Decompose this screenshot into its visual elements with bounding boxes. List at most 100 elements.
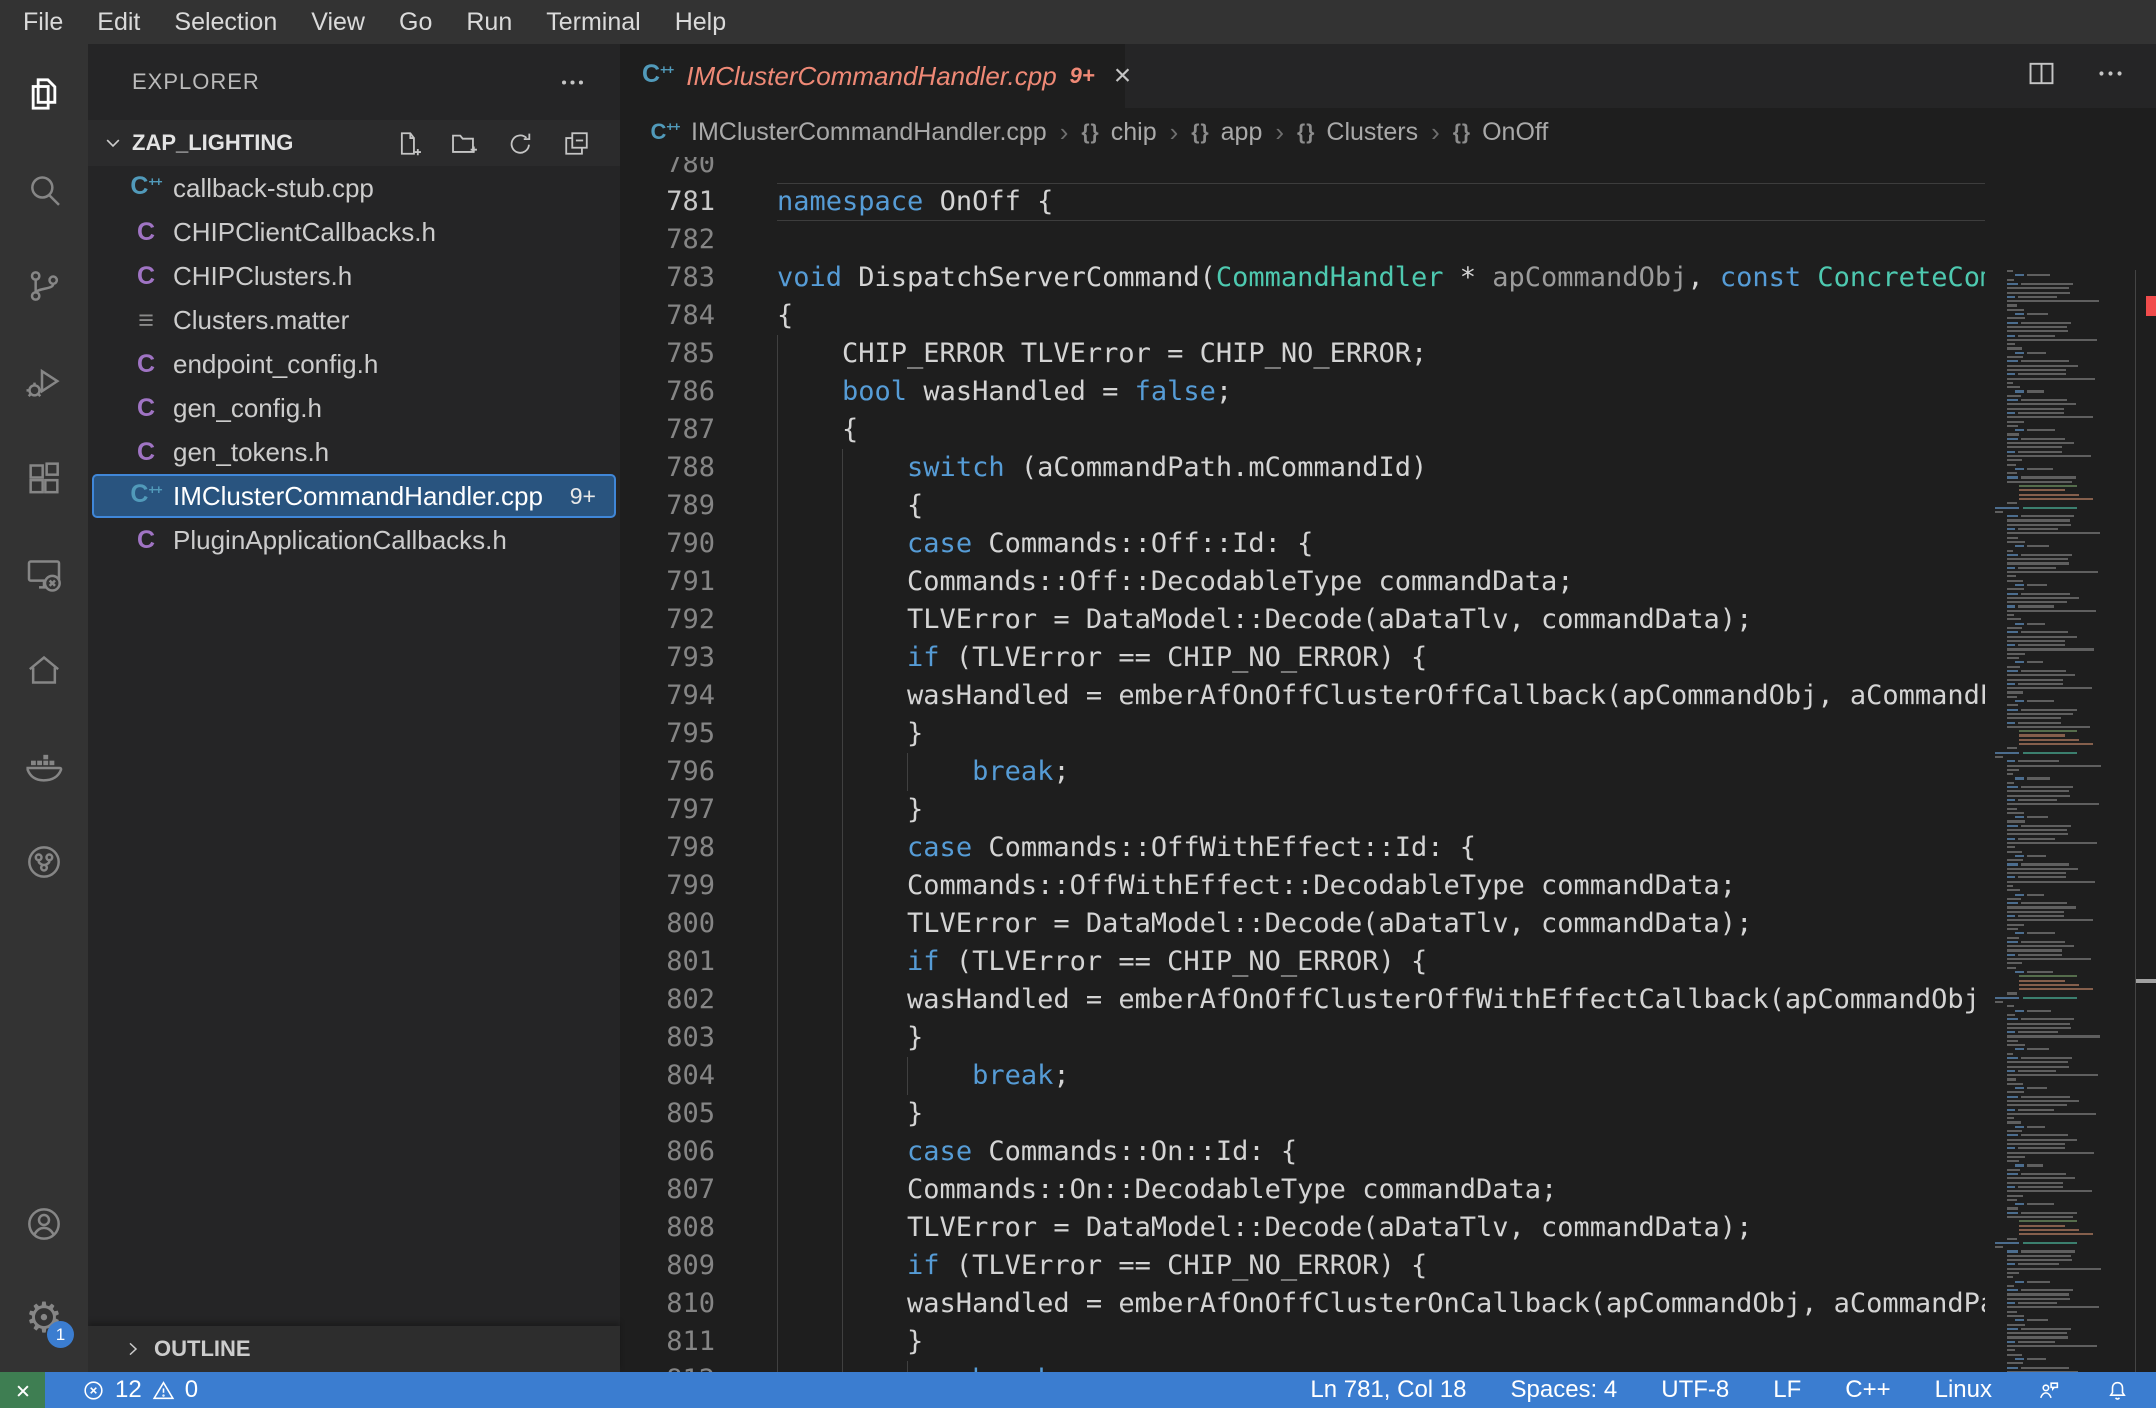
- code-line-803[interactable]: 803 }: [620, 1019, 1985, 1057]
- menu-item-run[interactable]: Run: [449, 0, 529, 44]
- overview-ruler-scrollbar[interactable]: [2135, 270, 2156, 1372]
- activity-item-accounts[interactable]: [0, 1180, 88, 1268]
- file-row-Clusters.matter[interactable]: ≡ Clusters.matter: [92, 298, 616, 342]
- code-line-793[interactable]: 793 if (TLVError == CHIP_NO_ERROR) {: [620, 639, 1985, 677]
- code-line-785[interactable]: 785 CHIP_ERROR TLVError = CHIP_NO_ERROR;: [620, 335, 1985, 373]
- code-line-783[interactable]: 783 void DispatchServerCommand(CommandHan…: [620, 259, 1985, 297]
- line-number: 793: [666, 642, 715, 673]
- file-row-IMClusterCommandHandler.cpp[interactable]: C ++ IMClusterCommandHandler.cpp 9+: [92, 474, 616, 518]
- outline-section-header[interactable]: OUTLINE: [88, 1326, 620, 1372]
- notifications-button[interactable]: [2105, 1378, 2130, 1403]
- code-line-802[interactable]: 802 wasHandled = emberAfOnOffClusterOffW…: [620, 981, 1985, 1019]
- code-line-789[interactable]: 789 {: [620, 487, 1985, 525]
- code-line-800[interactable]: 800 TLVError = DataModel::Decode(aDataTl…: [620, 905, 1985, 943]
- encoding-status[interactable]: UTF-8: [1661, 1376, 1729, 1404]
- code-line-797[interactable]: 797 }: [620, 791, 1985, 829]
- code-line-808[interactable]: 808 TLVError = DataModel::Decode(aDataTl…: [620, 1209, 1985, 1247]
- os-status[interactable]: Linux: [1935, 1376, 1992, 1404]
- split-editor-button[interactable]: [2026, 58, 2057, 94]
- code-line-806[interactable]: 806 case Commands::On::Id: {: [620, 1133, 1985, 1171]
- language-mode-status[interactable]: C++: [1845, 1376, 1890, 1404]
- breadcrumb-item-Clusters[interactable]: Clusters: [1326, 118, 1418, 147]
- menu-item-help[interactable]: Help: [658, 0, 743, 44]
- code-line-786[interactable]: 786 bool wasHandled = false;: [620, 373, 1985, 411]
- code-line-798[interactable]: 798 case Commands::OffWithEffect::Id: {: [620, 829, 1985, 867]
- problems-status[interactable]: 12 0: [81, 1376, 198, 1404]
- code-editor[interactable]: 780 781 namespace OnOff {782 783 void Dispat…: [620, 157, 2156, 1372]
- code-line-794[interactable]: 794 wasHandled = emberAfOnOffClusterOffC…: [620, 677, 1985, 715]
- activity-item-project-manager[interactable]: [0, 818, 88, 906]
- breadcrumb-file[interactable]: IMClusterCommandHandler.cpp: [691, 118, 1047, 147]
- header-file-icon: C: [136, 525, 156, 554]
- file-row-gen_tokens.h[interactable]: Cgen_tokens.h: [92, 430, 616, 474]
- file-row-callback-stub.cpp[interactable]: C ++ callback-stub.cpp: [92, 166, 616, 210]
- code-line-780[interactable]: 780: [620, 157, 1985, 183]
- file-row-endpoint_config.h[interactable]: Cendpoint_config.h: [92, 342, 616, 386]
- close-tab-icon[interactable]: ×: [1114, 61, 1132, 91]
- code-line-811[interactable]: 811 }: [620, 1323, 1985, 1361]
- code-line-781[interactable]: 781 namespace OnOff {: [620, 183, 1985, 221]
- activity-item-settings[interactable]: ⚙ 1: [0, 1274, 88, 1362]
- code-line-810[interactable]: 810 wasHandled = emberAfOnOffClusterOnCa…: [620, 1285, 1985, 1323]
- bell-icon: [2109, 1381, 2126, 1400]
- line-number: 798: [666, 832, 715, 863]
- eol-status[interactable]: LF: [1773, 1376, 1801, 1404]
- menu-item-terminal[interactable]: Terminal: [529, 0, 657, 44]
- error-marker: [2146, 296, 2156, 316]
- minimap[interactable]: [1985, 270, 2135, 1372]
- tab-imclustercommandhandler[interactable]: C ++ IMClusterCommandHandler.cpp 9+ ×: [620, 44, 1131, 108]
- breadcrumb-item-app[interactable]: app: [1221, 118, 1263, 147]
- menu-item-selection[interactable]: Selection: [157, 0, 294, 44]
- file-name: gen_tokens.h: [173, 436, 330, 467]
- activity-item-home[interactable]: [0, 626, 88, 714]
- file-row-gen_config.h[interactable]: Cgen_config.h: [92, 386, 616, 430]
- cursor-position-status[interactable]: Ln 781, Col 18: [1310, 1376, 1466, 1404]
- breadcrumb-item-OnOff[interactable]: OnOff: [1482, 118, 1548, 147]
- code-line-790[interactable]: 790 case Commands::Off::Id: {: [620, 525, 1985, 563]
- code-line-791[interactable]: 791 Commands::Off::DecodableType command…: [620, 563, 1985, 601]
- code-line-809[interactable]: 809 if (TLVError == CHIP_NO_ERROR) {: [620, 1247, 1985, 1285]
- code-line-795[interactable]: 795 }: [620, 715, 1985, 753]
- activity-item-explorer[interactable]: [0, 50, 88, 138]
- namespace-symbol-icon: {}: [1081, 120, 1100, 144]
- code-line-788[interactable]: 788 switch (aCommandPath.mCommandId): [620, 449, 1985, 487]
- activity-item-remote-explorer[interactable]: [0, 530, 88, 618]
- feedback-button[interactable]: [2036, 1378, 2061, 1403]
- file-row-CHIPClusters.h[interactable]: C CHIPClusters.h: [92, 254, 616, 298]
- menu-item-view[interactable]: View: [294, 0, 382, 44]
- editor-more-actions-button[interactable]: [2095, 58, 2126, 94]
- feedback-person-icon: [2039, 1381, 2059, 1398]
- tab-bar: C ++ IMClusterCommandHandler.cpp 9+ ×: [620, 44, 2156, 108]
- code-line-805[interactable]: 805 }: [620, 1095, 1985, 1133]
- code-line-796[interactable]: 796 break;: [620, 753, 1985, 791]
- refresh-explorer-button[interactable]: [502, 125, 538, 161]
- code-line-784[interactable]: 784{: [620, 297, 1985, 335]
- code-line-782[interactable]: 782: [620, 221, 1985, 259]
- code-line-799[interactable]: 799 Commands::OffWithEffect::DecodableTy…: [620, 867, 1985, 905]
- indentation-status[interactable]: Spaces: 4: [1511, 1376, 1618, 1404]
- activity-item-run-debug[interactable]: [0, 338, 88, 426]
- activity-item-docker[interactable]: [0, 722, 88, 810]
- new-file-button[interactable]: [390, 125, 426, 161]
- line-number: 788: [666, 452, 715, 483]
- new-folder-button[interactable]: [446, 125, 482, 161]
- menu-item-file[interactable]: File: [6, 0, 80, 44]
- code-line-792[interactable]: 792 TLVError = DataModel::Decode(aDataTl…: [620, 601, 1985, 639]
- breadcrumb-item-chip[interactable]: chip: [1111, 118, 1157, 147]
- code-line-807[interactable]: 807 Commands::On::DecodableType commandD…: [620, 1171, 1985, 1209]
- file-row-CHIPClientCallbacks.h[interactable]: C CHIPClientCallbacks.h: [92, 210, 616, 254]
- activity-item-extensions[interactable]: [0, 434, 88, 522]
- menu-item-edit[interactable]: Edit: [80, 0, 157, 44]
- file-row-PluginApplicationCallbacks.h[interactable]: C PluginApplicationCallbacks.h: [92, 518, 616, 562]
- code-line-812[interactable]: 812 break;: [620, 1361, 1985, 1372]
- folder-section-header[interactable]: ZAP_LIGHTING: [88, 120, 620, 166]
- code-line-787[interactable]: 787 {: [620, 411, 1985, 449]
- code-line-801[interactable]: 801 if (TLVError == CHIP_NO_ERROR) {: [620, 943, 1985, 981]
- code-line-804[interactable]: 804 break;: [620, 1057, 1985, 1095]
- activity-item-source-control[interactable]: [0, 242, 88, 330]
- remote-indicator[interactable]: [0, 1372, 45, 1408]
- explorer-more-actions-button[interactable]: [554, 64, 590, 100]
- activity-item-search[interactable]: [0, 146, 88, 234]
- collapse-folders-button[interactable]: [558, 125, 594, 161]
- menu-item-go[interactable]: Go: [382, 0, 449, 44]
